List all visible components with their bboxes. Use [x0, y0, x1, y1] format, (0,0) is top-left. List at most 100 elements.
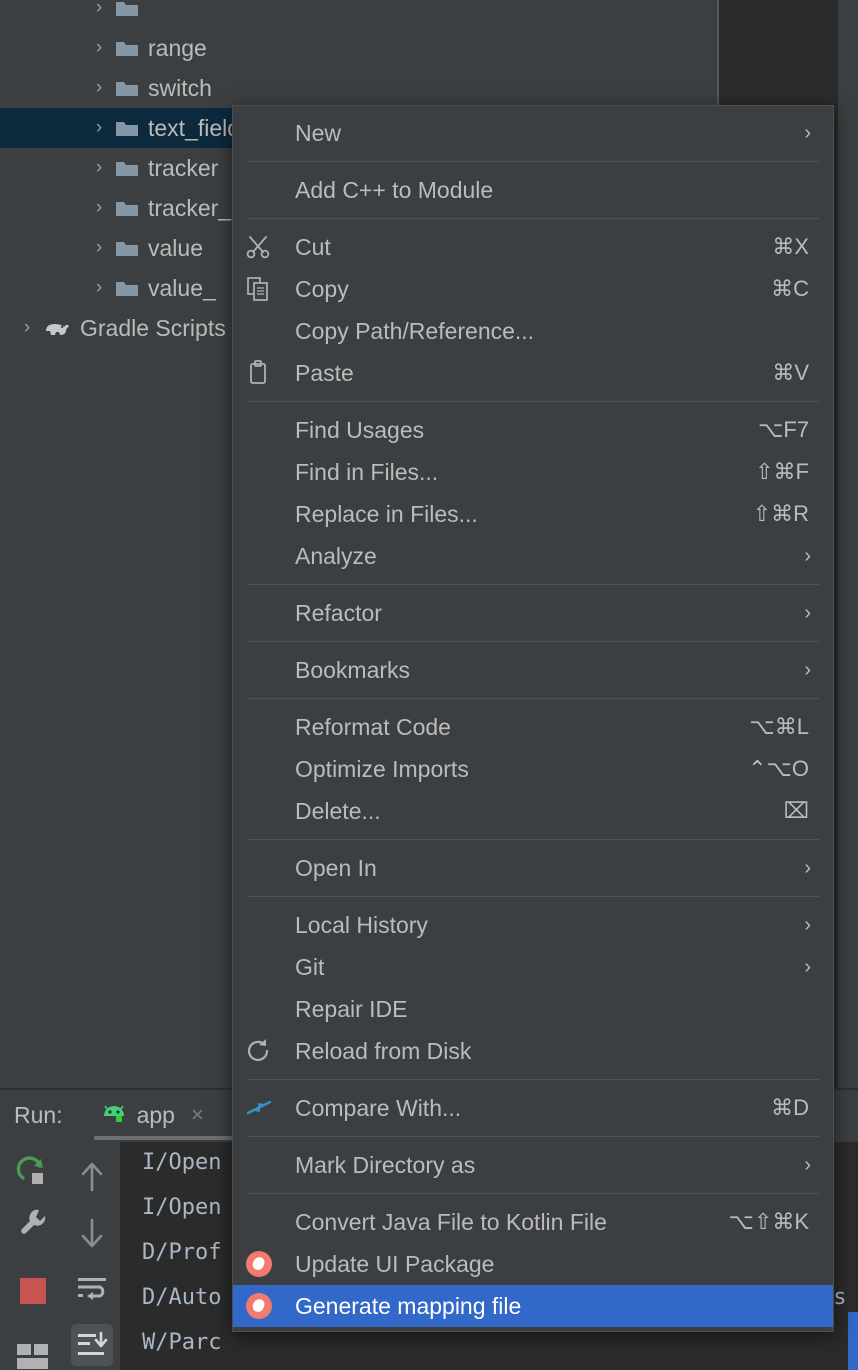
menu-item-cut[interactable]: Cut ⌘X — [233, 226, 833, 268]
menu-item-open-in[interactable]: Open In › — [233, 847, 833, 889]
menu-item-analyze[interactable]: Analyze › — [233, 535, 833, 577]
expand-chevron-icon[interactable]: › — [86, 117, 112, 139]
console-line: W/Parc — [142, 1330, 222, 1355]
menu-item-reload-from-disk[interactable]: Reload from Disk — [233, 1030, 833, 1072]
run-toolbar-secondary — [64, 1142, 120, 1370]
menu-item-shortcut: ⇧⌘R — [752, 501, 809, 526]
menu-item-shortcut: ⌧ — [783, 798, 809, 823]
stop-icon[interactable] — [12, 1278, 54, 1304]
menu-item-label: Paste — [295, 359, 354, 386]
menu-item-find-in-files[interactable]: Find in Files... ⇧⌘F — [233, 451, 833, 493]
menu-item-generate-mapping-file[interactable]: Generate mapping file — [233, 1285, 833, 1327]
plugin-icon-slot — [233, 1293, 285, 1319]
menu-item-local-history[interactable]: Local History › — [233, 904, 833, 946]
menu-item-copy[interactable]: Copy ⌘C — [233, 268, 833, 310]
chevron-right-icon: › — [804, 544, 811, 567]
menu-item-bookmarks[interactable]: Bookmarks › — [233, 649, 833, 691]
menu-item-shortcut: ⌘X — [772, 234, 809, 259]
expand-chevron-icon[interactable]: › — [86, 157, 112, 179]
expand-chevron-icon[interactable]: › — [14, 317, 40, 339]
menu-separator — [247, 1079, 819, 1080]
tree-item-switch[interactable]: › switch — [0, 68, 718, 108]
tree-item-label: range — [148, 34, 207, 61]
chevron-right-icon: › — [804, 121, 811, 144]
tree-item-label: Gradle Scripts — [80, 314, 226, 341]
arrow-down-icon[interactable] — [71, 1212, 113, 1254]
folder-icon — [112, 118, 142, 138]
chevron-right-icon: › — [804, 955, 811, 978]
menu-item-label: Find in Files... — [295, 458, 439, 485]
ide-screenshot: › › range › switch › text_field › tracker › tracke… — [0, 0, 858, 1370]
menu-item-shortcut: ⌘C — [771, 276, 809, 301]
menu-item-label: Refactor — [295, 599, 382, 626]
menu-item-label: Copy — [295, 275, 349, 302]
menu-item-find-usages[interactable]: Find Usages ⌥F7 — [233, 409, 833, 451]
plugin-icon — [246, 1293, 272, 1319]
menu-item-refactor[interactable]: Refactor › — [233, 592, 833, 634]
soft-wrap-icon[interactable] — [71, 1268, 113, 1310]
menu-item-convert-java-to-kotlin[interactable]: Convert Java File to Kotlin File ⌥⇧⌘K — [233, 1201, 833, 1243]
plugin-icon — [246, 1251, 272, 1277]
tree-item-label: value_ — [148, 274, 216, 301]
wrench-icon[interactable] — [12, 1206, 54, 1238]
menu-item-label: Reformat Code — [295, 713, 451, 740]
menu-item-compare-with[interactable]: Compare With... ⌘D — [233, 1087, 833, 1129]
context-menu[interactable]: New › Add C++ to Module Cut ⌘X Copy ⌘C Copy Pat… — [232, 105, 834, 1332]
menu-item-label: Mark Directory as — [295, 1151, 476, 1178]
menu-item-label: Local History — [295, 911, 428, 938]
tree-item-range[interactable]: › range — [0, 28, 718, 68]
menu-item-label: Compare With... — [295, 1094, 462, 1121]
folder-icon — [112, 158, 142, 178]
menu-item-label: Copy Path/Reference... — [295, 317, 535, 344]
chevron-right-icon: › — [804, 913, 811, 936]
run-tab-label[interactable]: app — [137, 1102, 175, 1129]
scroll-to-end-icon[interactable] — [71, 1324, 113, 1366]
menu-item-new[interactable]: New › — [233, 112, 833, 154]
folder-icon — [112, 38, 142, 58]
menu-item-mark-directory-as[interactable]: Mark Directory as › — [233, 1144, 833, 1186]
menu-item-delete[interactable]: Delete... ⌧ — [233, 790, 833, 832]
rerun-icon[interactable] — [12, 1156, 54, 1190]
menu-item-label: Delete... — [295, 797, 381, 824]
menu-item-git[interactable]: Git › — [233, 946, 833, 988]
tree-item-label: value — [148, 234, 203, 261]
tree-item-partial-top[interactable]: › — [0, 0, 718, 28]
menu-item-repair-ide[interactable]: Repair IDE — [233, 988, 833, 1030]
console-line: I/Open — [142, 1195, 222, 1220]
menu-item-optimize-imports[interactable]: Optimize Imports ⌃⌥O — [233, 748, 833, 790]
expand-chevron-icon[interactable]: › — [86, 0, 112, 19]
expand-chevron-icon[interactable]: › — [86, 237, 112, 259]
menu-separator — [247, 161, 819, 162]
menu-item-add-cpp-to-module[interactable]: Add C++ to Module — [233, 169, 833, 211]
menu-item-copy-path-reference[interactable]: Copy Path/Reference... — [233, 310, 833, 352]
menu-item-shortcut: ⌥⌘L — [749, 714, 809, 739]
menu-item-label: Replace in Files... — [295, 500, 478, 527]
folder-icon — [112, 78, 142, 98]
menu-item-label: Git — [295, 953, 325, 980]
close-icon[interactable]: × — [191, 1102, 204, 1128]
menu-item-shortcut: ⌘V — [772, 360, 809, 385]
expand-chevron-icon[interactable]: › — [86, 197, 112, 219]
layout-icon[interactable] — [12, 1344, 54, 1370]
menu-item-paste[interactable]: Paste ⌘V — [233, 352, 833, 394]
chevron-right-icon: › — [804, 658, 811, 681]
menu-separator — [247, 1193, 819, 1194]
tree-item-label: switch — [148, 74, 212, 101]
menu-item-shortcut: ⌘D — [771, 1095, 809, 1120]
menu-item-update-ui-package[interactable]: Update UI Package — [233, 1243, 833, 1285]
menu-item-label: Analyze — [295, 542, 377, 569]
chevron-right-icon: › — [804, 856, 811, 879]
compare-icon — [246, 1100, 272, 1115]
menu-item-replace-in-files[interactable]: Replace in Files... ⇧⌘R — [233, 493, 833, 535]
menu-item-reformat-code[interactable]: Reformat Code ⌥⌘L — [233, 706, 833, 748]
arrow-up-icon[interactable] — [71, 1156, 113, 1198]
expand-chevron-icon[interactable]: › — [86, 77, 112, 99]
console-scrollbar[interactable] — [848, 1312, 858, 1370]
expand-chevron-icon[interactable]: › — [86, 277, 112, 299]
menu-item-label: Generate mapping file — [295, 1292, 522, 1319]
menu-separator — [247, 641, 819, 642]
scissors-icon-slot — [233, 234, 285, 260]
expand-chevron-icon[interactable]: › — [86, 37, 112, 59]
folder-icon — [112, 278, 142, 298]
compare-icon-slot — [233, 1095, 285, 1121]
